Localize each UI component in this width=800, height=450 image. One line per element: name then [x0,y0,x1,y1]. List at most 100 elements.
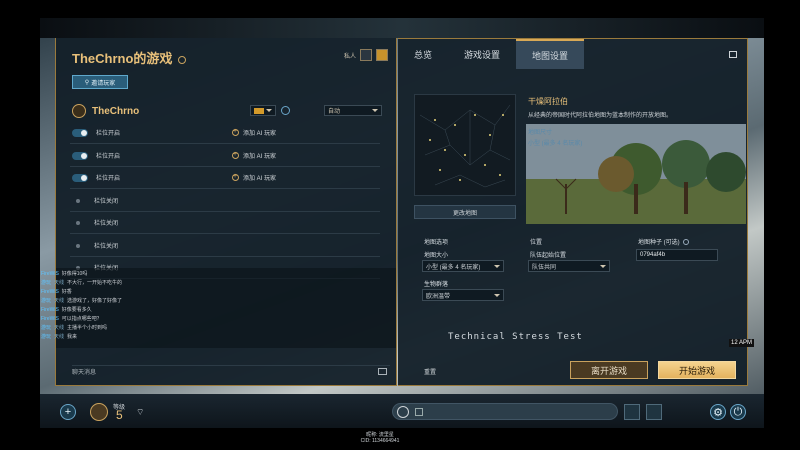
chat-log: FireWiS 好像得10吗 游玩 天线 不大行，一开始不吃牛的 FireWiS 好香 … [41,268,396,348]
host-player-row: TheChrno 自动 [72,102,382,120]
map-seed-input[interactable]: 0794af4b [636,249,718,261]
host-name: TheChrno [92,105,140,117]
private-toggle[interactable]: 私人 [344,49,388,61]
civ-select[interactable] [250,105,276,116]
chat-author: FireWiS [41,316,59,322]
edit-icon[interactable] [178,55,187,64]
change-map-button[interactable]: 更改地图 [414,205,516,219]
map-size-value: 小型 (最多 4 名玩家) [426,264,481,271]
lock-icon[interactable] [376,49,388,61]
chat-line: 游玩 天线 主播半个小时到吗 [41,324,107,331]
chat-author: FireWiS [41,307,59,313]
unlock-icon[interactable] [360,49,372,61]
team-start-value: 队伍共同 [532,264,557,271]
map-options-heading: 地图选项 [424,240,449,246]
add-ai-button[interactable]: 添加 AI 玩家 [232,128,276,137]
footer-cid: CID: 1134664941 [360,438,400,444]
invite-label: 邀请玩家 [91,80,116,87]
slot-toggle[interactable] [72,173,88,182]
add-ai-label: 添加 AI 玩家 [243,131,277,137]
invite-players-button[interactable]: ⚲ 邀请玩家 [72,75,128,89]
apm-badge: 12 APM [729,339,755,347]
chevron-down-icon [494,293,500,297]
map-size-select[interactable]: 小型 (最多 4 名玩家) [422,260,504,272]
biome-select[interactable]: 欧洲温带 [422,289,504,301]
chat-author: FireWiS [41,271,59,277]
chat-line: 游玩 天线 我来 [41,333,77,340]
map-preview-svg [415,95,515,195]
chat-author: 游玩 [41,325,52,331]
tab-map-settings[interactable]: 地图设置 [516,39,585,69]
chat-line: FireWiS 好像得10吗 [41,270,87,277]
chat-channel: 天线 [54,325,65,331]
add-icon [232,173,239,181]
team-start-label: 队伍起始位置 [530,253,567,259]
map-thumbnail [414,94,516,196]
add-ai-button[interactable]: 添加 AI 玩家 [232,151,276,160]
stress-test-watermark: Technical Stress Test [448,332,583,342]
slot-label: 栏位开启 [96,154,121,160]
player-id-footer: 昵称: 流里星 CID: 1134664941 [330,432,430,444]
chat-text: 好像得10吗 [61,271,88,277]
map-size-label: 地图大小 [424,253,449,259]
leave-game-button[interactable]: 离开游戏 [570,361,648,379]
slot-toggle[interactable] [72,128,88,137]
slot-label: 栏位关闭 [94,221,119,227]
tab-game-settings[interactable]: 游戏设置 [448,39,516,69]
chat-input[interactable]: 聊天消息 [72,365,390,377]
info-icon[interactable] [281,106,290,115]
chat-line: FireWiS 可以指点哪些吧？ [41,315,102,322]
chevron-down-icon [372,109,378,112]
closed-dot-icon[interactable] [76,198,80,203]
chat-line: 游玩 天线 不大行，一开始不吃牛的 [41,279,122,286]
add-ai-button[interactable]: 添加 AI 玩家 [232,173,276,182]
add-ai-label: 添加 AI 玩家 [243,154,277,160]
slot-label: 栏位开启 [96,176,121,182]
chat-line: FireWiS 好像要看多久 [41,306,92,313]
bottom-bar: + 等级 5 ⌔ ⚙ ⏻ [40,395,764,429]
chat-line: 游玩 天线 选游戏了，好像了好像了 [41,297,122,304]
add-icon [232,151,239,159]
reset-button[interactable]: 重置 [424,367,436,376]
chat-author: FireWiS [41,289,59,295]
chat-author: 游玩 [41,280,52,286]
level-value: 5 [116,408,123,422]
slot-toggle[interactable] [72,151,88,160]
chat-channel: 天线 [54,298,65,304]
settings-tabs: 总览 游戏设置 地图设置 [398,39,748,69]
power-icon[interactable]: ⏻ [730,404,746,420]
chevron-down-icon [266,109,272,112]
signal-button[interactable] [624,404,640,420]
add-icon [232,128,239,136]
chat-text: 不大行，一开始不吃牛的 [67,280,123,286]
position-heading: 位置 [530,240,543,246]
social-bar[interactable] [392,403,618,420]
team-select[interactable]: 自动 [324,105,382,116]
settings-panel: 总览 游戏设置 地图设置 更改地图 干燥阿拉伯 从经典的帝国时代阿拉伯地图为蓝本… [398,38,748,386]
closed-dot-icon[interactable] [76,243,80,248]
chat-placeholder: 聊天消息 [72,370,97,376]
start-game-button[interactable]: 开始游戏 [658,361,736,379]
chat-channel: 天线 [54,280,65,286]
closed-dot-icon[interactable] [76,220,80,225]
party-button[interactable] [646,404,662,420]
chat-channel: 天线 [54,334,65,340]
map-seed-label-text: 地图种子 (可选) [638,240,680,246]
message-icon[interactable] [378,368,387,375]
square-icon[interactable] [415,407,423,416]
chat-text: 选游戏了，好像了好像了 [67,298,123,304]
biome-label: 生物群落 [424,282,449,288]
slot-label: 栏位开启 [96,131,121,137]
friends-icon[interactable] [397,405,409,418]
settings-icon[interactable]: ⚙ [710,404,726,420]
player-slot: 栏位关闭 [70,212,380,234]
window-icon[interactable] [729,51,737,58]
info-icon[interactable] [682,239,689,246]
person-add-icon: ⚲ [84,79,90,86]
tab-overview[interactable]: 总览 [398,39,448,69]
add-button[interactable]: + [60,404,76,420]
chevron-down-icon [494,264,500,268]
team-start-select[interactable]: 队伍共同 [528,260,610,272]
chat-text: 我来 [67,334,78,340]
chevron-down-icon [600,264,606,268]
